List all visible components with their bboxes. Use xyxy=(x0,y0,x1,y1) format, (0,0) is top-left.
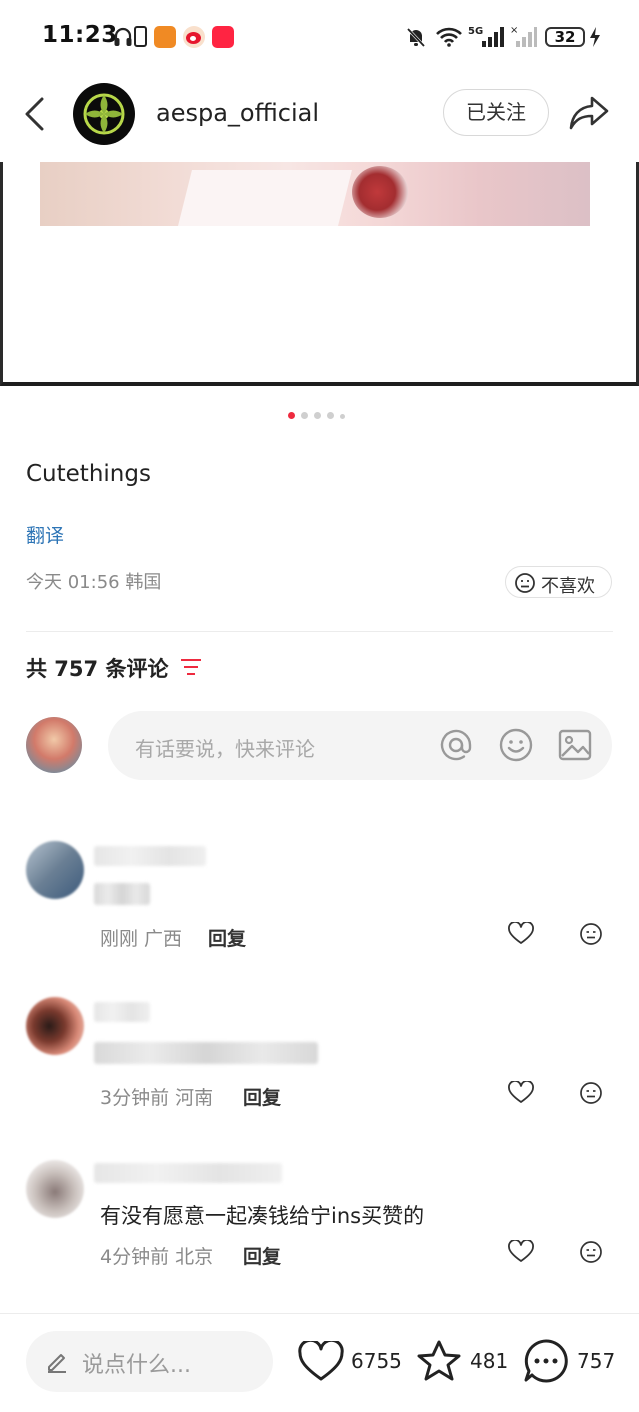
emoji-icon xyxy=(499,728,533,762)
battery-level: 32 xyxy=(545,27,585,47)
carousel-dot xyxy=(340,414,345,419)
comment-avatar[interactable] xyxy=(26,997,84,1055)
author-avatar[interactable] xyxy=(73,83,135,145)
heart-icon xyxy=(298,1341,344,1381)
svg-text:×: × xyxy=(510,25,518,36)
at-icon xyxy=(440,729,472,761)
comment-meta: 刚刚 广西 xyxy=(100,928,183,950)
carousel-indicator xyxy=(288,404,351,423)
carousel-dot xyxy=(314,412,321,419)
sort-icon xyxy=(181,659,201,675)
aespa-logo-icon xyxy=(83,93,125,135)
author-username[interactable]: aespa_official xyxy=(156,99,319,127)
mention-button[interactable] xyxy=(438,727,474,763)
photo-detail xyxy=(178,170,352,226)
sort-button[interactable] xyxy=(180,657,202,677)
reply-button[interactable]: 回复 xyxy=(243,1242,281,1269)
dislike-label: 不喜欢 xyxy=(541,576,595,597)
comment-input-placeholder: 有话要说，快来评论 xyxy=(135,737,315,761)
dislike-face-icon xyxy=(515,573,535,593)
comment-count-label: 共 757 条评论 xyxy=(26,657,169,681)
carousel-dot xyxy=(327,412,334,419)
translate-link[interactable]: 翻译 xyxy=(26,521,64,548)
app-notification-icon xyxy=(154,26,176,48)
image-icon xyxy=(558,729,592,761)
comment-username[interactable] xyxy=(94,846,206,866)
chevron-left-icon xyxy=(25,97,44,131)
dislike-face-icon xyxy=(580,1082,602,1104)
status-bar: 11:23 5G × 32 xyxy=(0,0,639,76)
post-meta: 今天 01:56 韩国 xyxy=(26,572,162,593)
comment-dislike-button[interactable] xyxy=(579,1240,603,1264)
svg-text:5G: 5G xyxy=(468,26,483,37)
divider xyxy=(26,631,613,632)
comment-meta: 4分钟前 北京 xyxy=(100,1246,214,1268)
comment-avatar[interactable] xyxy=(26,1160,84,1218)
heart-icon xyxy=(508,922,534,944)
comment-like-button[interactable] xyxy=(508,922,534,946)
dislike-face-icon xyxy=(580,1241,602,1263)
pencil-icon xyxy=(44,1348,70,1374)
comment-text-blurred xyxy=(94,883,150,905)
post-caption: Cutethings xyxy=(26,461,151,487)
favorite-button[interactable] xyxy=(416,1339,462,1383)
following-button[interactable]: 已关注 xyxy=(443,89,549,136)
comment-total-count: 757 xyxy=(577,1349,616,1373)
wifi-icon xyxy=(434,24,464,48)
comment-text: 有没有愿意一起凑钱给宁ins买赞的 xyxy=(100,1204,425,1228)
status-time: 11:23 xyxy=(42,22,118,48)
image-button[interactable] xyxy=(557,727,593,763)
comment-button[interactable] xyxy=(523,1338,569,1384)
comment-dislike-button[interactable] xyxy=(579,1081,603,1105)
heart-icon xyxy=(508,1240,534,1262)
signal-5g-icon: 5G xyxy=(468,24,506,50)
heart-icon xyxy=(508,1081,534,1103)
emoji-button[interactable] xyxy=(498,727,534,763)
comment-bubble-icon xyxy=(524,1339,568,1383)
carousel-dot xyxy=(288,412,295,419)
like-count: 6755 xyxy=(351,1349,402,1373)
star-icon xyxy=(417,1340,461,1381)
comment-avatar[interactable] xyxy=(26,841,84,899)
comment-dislike-button[interactable] xyxy=(579,922,603,946)
share-button[interactable] xyxy=(568,94,610,132)
back-button[interactable] xyxy=(22,96,48,132)
comment-like-button[interactable] xyxy=(508,1240,534,1264)
comment-username[interactable] xyxy=(94,1163,282,1183)
signal-no-service-icon: × xyxy=(510,24,538,50)
favorite-count: 481 xyxy=(470,1349,509,1373)
my-avatar xyxy=(26,717,82,773)
charging-icon xyxy=(589,27,601,47)
mute-bell-icon xyxy=(405,26,427,48)
reply-button[interactable]: 回复 xyxy=(208,924,246,951)
xiaohongshu-icon xyxy=(212,26,234,48)
comment-like-button[interactable] xyxy=(508,1081,534,1105)
weibo-icon xyxy=(183,26,205,48)
photo-detail xyxy=(352,166,408,218)
like-button[interactable] xyxy=(298,1341,344,1383)
comment-text-blurred xyxy=(94,1042,318,1064)
headphones-icon xyxy=(113,26,133,48)
comment-meta: 3分钟前 河南 xyxy=(100,1087,214,1109)
carousel-dot xyxy=(301,412,308,419)
say-something-placeholder: 说点什么... xyxy=(82,1353,191,1378)
battery-saver-icon xyxy=(134,26,147,47)
dislike-face-icon xyxy=(580,923,602,945)
dislike-button[interactable]: 不喜欢 xyxy=(505,566,612,598)
reply-button[interactable]: 回复 xyxy=(243,1083,281,1110)
share-icon xyxy=(569,96,609,130)
comment-username[interactable] xyxy=(94,1002,150,1022)
